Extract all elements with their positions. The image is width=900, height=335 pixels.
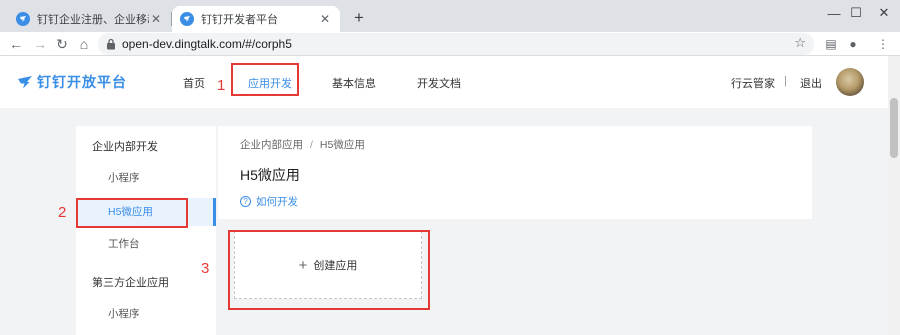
annotation-box-2 [76,198,188,228]
annotation-number-2: 2 [58,204,67,221]
bookmark-star-icon[interactable]: ☆ [794,35,806,51]
site-logo[interactable]: 钉钉开放平台 [16,72,127,92]
breadcrumb-internal-apps[interactable]: 企业内部应用 [240,139,303,151]
browser-toolbar: ← → ↻ ⌂ open-dev.dingtalk.com/#/corph5 ☆… [0,32,900,56]
sidebar-group-internal: 企业内部开发 [92,141,158,153]
sidebar-item-workbench[interactable]: 工作台 [76,230,216,258]
breadcrumb-current: H5微应用 [319,139,365,151]
lock-icon [107,38,115,50]
nav-basic-info[interactable]: 基本信息 [332,75,376,91]
content-header-panel: 企业内部应用 / H5微应用 H5微应用 ? 如何开发 [218,126,812,219]
breadcrumb: 企业内部应用 / H5微应用 [240,137,365,152]
tab-title: 钉钉开发者平台 [201,14,278,26]
how-to-develop-link[interactable]: ? 如何开发 [240,194,298,209]
sidebar-item-mini-program[interactable]: 小程序 [76,164,216,192]
dingtalk-logo-icon [18,76,32,89]
dingtalk-favicon-icon [16,12,30,26]
menu-kebab-icon[interactable]: ⋮ [874,35,892,53]
sidebar-group-third-party: 第三方企业应用 [92,277,169,289]
new-tab-button[interactable]: + [349,8,369,28]
breadcrumb-separator: / [310,139,313,151]
back-arrow-icon[interactable]: ← [6,34,26,54]
logout-link[interactable]: 退出 [800,75,822,91]
avatar[interactable] [836,68,864,96]
tab-close-icon[interactable]: ✕ [149,12,163,26]
url-text: open-dev.dingtalk.com/#/corph5 [122,37,292,51]
forward-arrow-icon[interactable]: → [30,34,50,54]
annotation-number-1: 1 [217,77,226,94]
annotation-number-3: 3 [201,260,210,277]
profile-icon[interactable]: ● [844,35,862,53]
dingtalk-favicon-icon [180,12,194,26]
home-icon[interactable]: ⌂ [74,34,94,54]
tab-close-icon[interactable]: ✕ [318,12,332,26]
reload-icon[interactable]: ↻ [52,34,72,54]
browser-tab[interactable]: 钉钉企业注册、企业移动办公、全 ✕ [8,6,172,32]
annotation-box-3 [228,230,430,310]
nav-home[interactable]: 首页 [183,75,205,91]
how-to-develop-label: 如何开发 [256,196,298,208]
org-name-link[interactable]: 行云管家 [731,75,775,91]
tab-title: 钉钉企业注册、企业移动办公、全 [37,14,149,26]
annotation-box-1 [231,63,299,96]
address-bar[interactable]: open-dev.dingtalk.com/#/corph5 ☆ [98,33,814,55]
nav-divider: | [784,75,787,87]
browser-tab-active[interactable]: 钉钉开发者平台 ✕ [172,6,340,32]
logo-text: 钉钉开放平台 [37,74,127,90]
extension-icon[interactable]: ▤ [822,35,840,53]
sidebar-item-third-party-mini-program[interactable]: 小程序 [76,300,216,328]
sidebar: 企业内部开发 小程序 H5微应用 工作台 第三方企业应用 小程序 [76,126,216,335]
scrollbar-thumb[interactable] [890,98,898,158]
page-title: H5微应用 [240,167,300,183]
site-header: 钉钉开放平台 首页 应用开发 基本信息 开发文档 行云管家 | 退出 [0,56,888,108]
page-viewport: 钉钉开放平台 首页 应用开发 基本信息 开发文档 行云管家 | 退出 企业内部开… [0,56,888,335]
nav-dev-docs[interactable]: 开发文档 [417,75,461,91]
question-circle-icon: ? [240,196,251,207]
window-close-icon[interactable]: ✕ [862,0,900,26]
page-scrollbar[interactable] [888,56,900,335]
browser-tab-strip: 钉钉企业注册、企业移动办公、全 ✕ 钉钉开发者平台 ✕ + — ☐ ✕ [0,0,900,32]
